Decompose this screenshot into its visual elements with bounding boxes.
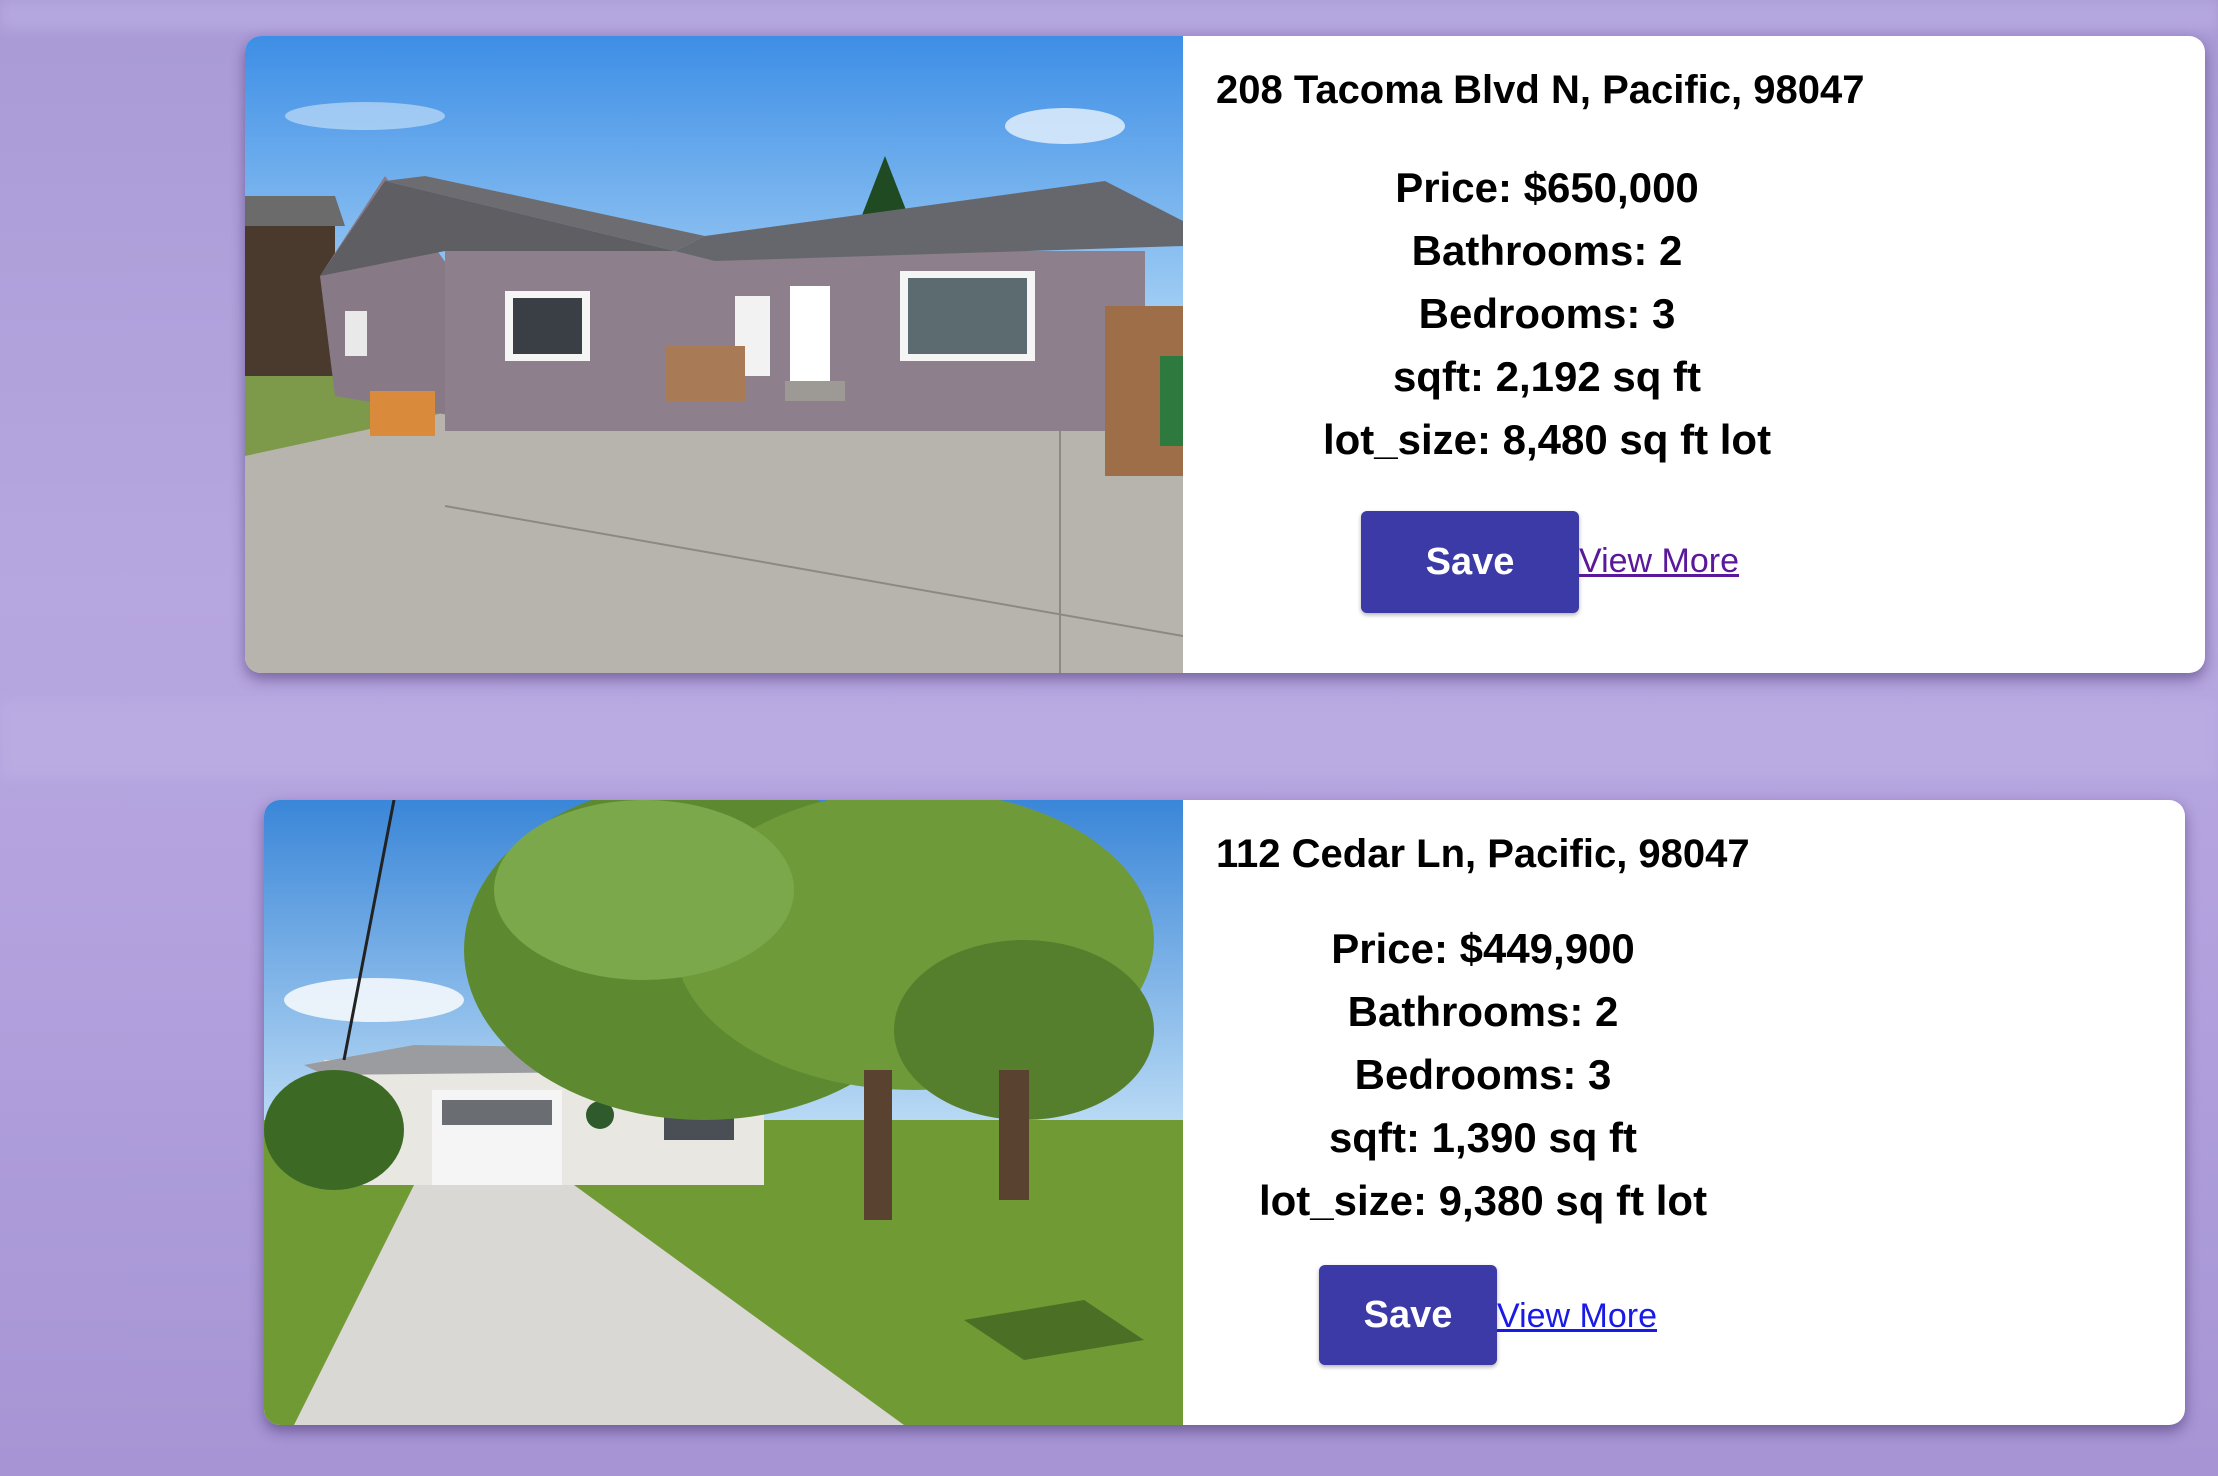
listing-details: Price: $650,000 Bathrooms: 2 Bedrooms: 3… bbox=[1183, 156, 1911, 471]
listing-info: 208 Tacoma Blvd N, Pacific, 98047 Price:… bbox=[1183, 36, 2205, 673]
listing-photo[interactable] bbox=[245, 36, 1183, 673]
listing-address: 208 Tacoma Blvd N, Pacific, 98047 bbox=[1216, 68, 1865, 112]
house-photo-image bbox=[245, 36, 1183, 673]
background-band bbox=[0, 0, 2218, 30]
listing-bathrooms: Bathrooms: 2 bbox=[1347, 988, 1619, 1035]
listing-address: 112 Cedar Ln, Pacific, 98047 bbox=[1216, 832, 1750, 876]
listing-info: 112 Cedar Ln, Pacific, 98047 Price: $449… bbox=[1183, 800, 2185, 1425]
listing-card: 208 Tacoma Blvd N, Pacific, 98047 Price:… bbox=[245, 36, 2205, 673]
listing-bedrooms: Bedrooms: 3 bbox=[1354, 1051, 1612, 1098]
house-photo-image bbox=[264, 800, 1183, 1425]
save-button[interactable]: Save bbox=[1319, 1265, 1497, 1365]
listing-sqft: sqft: 1,390 sq ft bbox=[1328, 1114, 1638, 1161]
listing-bedrooms: Bedrooms: 3 bbox=[1418, 290, 1676, 337]
listing-sqft: sqft: 2,192 sq ft bbox=[1392, 353, 1702, 400]
view-more-link[interactable]: View More bbox=[1579, 542, 1739, 581]
listing-price: Price: $449,900 bbox=[1331, 925, 1635, 972]
background-band bbox=[0, 700, 2218, 780]
view-more-link[interactable]: View More bbox=[1497, 1297, 1657, 1336]
save-button[interactable]: Save bbox=[1361, 511, 1579, 613]
listing-price: Price: $650,000 bbox=[1395, 164, 1699, 211]
listing-lot-size: lot_size: 9,380 sq ft lot bbox=[1258, 1177, 1708, 1224]
listing-lot-size: lot_size: 8,480 sq ft lot bbox=[1322, 416, 1772, 463]
listing-card: 112 Cedar Ln, Pacific, 98047 Price: $449… bbox=[264, 800, 2185, 1425]
listing-bathrooms: Bathrooms: 2 bbox=[1411, 227, 1683, 274]
listing-photo[interactable] bbox=[264, 800, 1183, 1425]
listing-details: Price: $449,900 Bathrooms: 2 Bedrooms: 3… bbox=[1183, 917, 1783, 1232]
